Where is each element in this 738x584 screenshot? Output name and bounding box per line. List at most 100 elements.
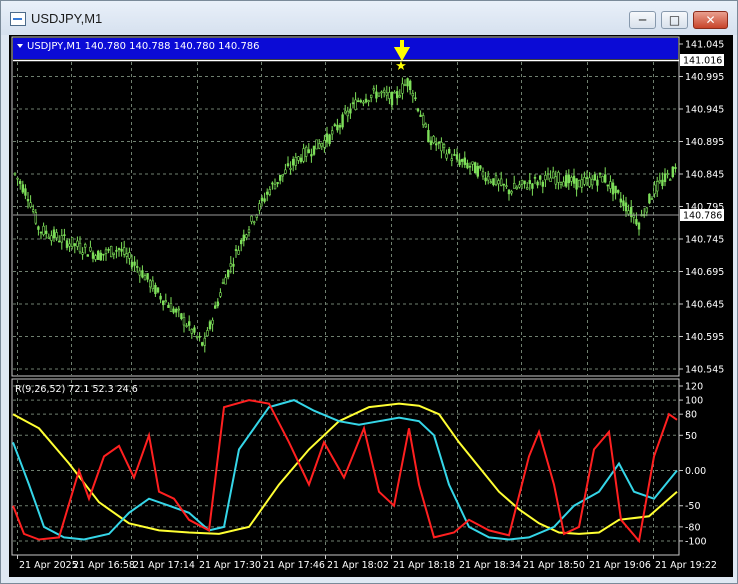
- candle-body: [234, 249, 238, 251]
- candle-body: [466, 162, 469, 169]
- candle-body: [648, 193, 651, 204]
- candle-body: [128, 252, 131, 259]
- candle-body: [429, 140, 433, 146]
- minimize-icon: ─: [638, 13, 647, 27]
- candle-body: [182, 317, 186, 326]
- time-tick-label: 21 Apr 18:34: [459, 560, 521, 571]
- candle-body: [486, 175, 490, 181]
- candle-body: [245, 234, 248, 239]
- candle-body: [253, 221, 256, 224]
- candle-body: [156, 287, 160, 293]
- candle-body: [541, 181, 545, 187]
- candle-body: [380, 91, 383, 94]
- indicator-tick-label: -80: [685, 522, 701, 533]
- candle-body: [60, 235, 64, 243]
- candle-body: [510, 191, 513, 194]
- star-icon: ★: [395, 59, 407, 74]
- candle-body: [442, 144, 446, 148]
- level-price-label: 141.016: [683, 56, 722, 67]
- candle-body: [325, 133, 329, 143]
- candle-body: [346, 110, 349, 117]
- candle-body: [304, 146, 308, 157]
- indicator-tick-label: -100: [685, 536, 707, 547]
- candle-body: [424, 123, 427, 128]
- candle-body: [39, 231, 43, 234]
- candle-body: [627, 210, 630, 215]
- candle-body: [29, 202, 32, 208]
- candle-body: [278, 174, 282, 181]
- candle-body: [453, 154, 456, 156]
- candle-body: [658, 180, 662, 183]
- candle-body: [497, 180, 500, 185]
- candle-body: [307, 149, 310, 154]
- candle-body: [603, 174, 607, 183]
- candle-body: [624, 202, 628, 212]
- close-icon: ✕: [705, 13, 716, 27]
- candle-body: [26, 199, 30, 202]
- candle-body: [385, 92, 388, 96]
- candle-body: [364, 98, 368, 103]
- candle-body: [302, 148, 305, 162]
- candle-body: [19, 180, 22, 184]
- indicator-tick-label: 80: [685, 410, 697, 421]
- candle-body: [637, 222, 641, 230]
- candle-body: [507, 189, 511, 195]
- candle-body: [544, 175, 547, 181]
- candle-body: [47, 236, 51, 239]
- candle-body: [450, 158, 453, 162]
- candle-body: [562, 181, 565, 187]
- candle-body: [416, 108, 420, 112]
- candle-body: [247, 229, 251, 233]
- candle-body: [567, 174, 571, 184]
- candle-body: [564, 175, 568, 187]
- candle-body: [596, 179, 599, 186]
- candle-body: [575, 178, 578, 190]
- maximize-button[interactable]: □: [661, 11, 688, 29]
- candle-body: [650, 198, 654, 200]
- candle-body: [110, 246, 113, 258]
- symbol-header: USDJPY,M1 140.780 140.788 140.780 140.78…: [27, 41, 260, 52]
- candle-body: [221, 282, 225, 284]
- time-tick-label: 21 Apr 19:22: [655, 560, 717, 571]
- candle-body: [177, 308, 180, 311]
- candle-body: [268, 189, 271, 195]
- candle-body: [414, 97, 417, 100]
- candle-body: [616, 190, 620, 193]
- candle-body: [505, 185, 508, 187]
- candle-body: [533, 177, 537, 179]
- candle-body: [655, 181, 659, 192]
- candle-body: [515, 186, 518, 190]
- candle-body: [76, 240, 79, 247]
- close-button[interactable]: ✕: [693, 11, 728, 29]
- candle-body: [440, 142, 443, 152]
- candle-body: [635, 219, 638, 225]
- candle-body: [13, 172, 17, 175]
- title-bar[interactable]: USDJPY,M1 ─ □ ✕: [1, 1, 737, 35]
- window-title: USDJPY,M1: [31, 11, 103, 26]
- candle-body: [382, 89, 386, 93]
- candle-body: [411, 93, 414, 97]
- candle-body: [159, 295, 162, 300]
- candle-body: [107, 249, 110, 251]
- candle-body: [167, 304, 170, 308]
- candle-body: [393, 91, 396, 94]
- candle-body: [323, 140, 326, 148]
- chart-area[interactable]: USDJPY,M1 140.780 140.788 140.780 140.78…: [9, 35, 733, 577]
- candle-body: [557, 172, 560, 183]
- candle-body: [437, 141, 440, 144]
- candle-body: [341, 114, 344, 128]
- candle-body: [89, 246, 92, 252]
- candle-body: [138, 270, 141, 276]
- minimize-button[interactable]: ─: [629, 11, 656, 29]
- candle-body: [52, 229, 56, 239]
- candle-body: [408, 80, 412, 91]
- candle-body: [538, 175, 542, 180]
- candle-body: [97, 250, 100, 260]
- candle-body: [99, 252, 103, 261]
- candle-body: [180, 313, 183, 319]
- indicator-tick-label: 0.00: [685, 466, 706, 477]
- candle-body: [44, 230, 48, 234]
- candle-body: [65, 240, 69, 248]
- candle-body: [284, 169, 287, 174]
- candle-body: [260, 197, 264, 202]
